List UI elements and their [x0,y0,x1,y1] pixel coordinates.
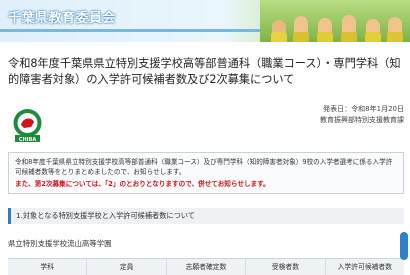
photo-shirt [271,32,287,42]
header-banner: 千葉県教育委員会 [0,0,410,42]
table-header-cell: 学科 [8,259,88,275]
photo-shirt [365,32,381,42]
chiba-emblem-icon: CHIBA [13,109,42,143]
table-header-cell: 志願者確定数 [167,259,247,275]
page-title: 令和8年度千葉県県立特別支援学校高等部普通科（職業コース）・専門学科（知的障害者… [8,57,401,86]
photo-shirt [317,32,333,42]
notice-body: 令和8年度千葉県県立特別支援学校高等部普通科（職業コース）及び専門学科（知的障害… [15,158,393,176]
table-header-cell: 定員 [87,259,167,275]
department-name: 教育振興部特別支援教育課 [320,116,404,124]
org-name-link[interactable]: 千葉県教育委員会 [8,7,116,26]
table-header-cell: 入学許可候補者数 [337,263,393,271]
section-heading: 1.対象となる特別支援学校と入学許可候補者数について [8,208,404,224]
photo-shirt [293,32,309,42]
publish-date: 発表日：令和8年1月20日 [323,105,404,113]
notice-box: 令和8年度千葉県県立特別支援学校高等部普通科（職業コース）及び専門学科（知的障害… [8,152,404,194]
table-header-row: 学科 定員 志願者確定数 受検者数 入学許可候補者数 [8,258,404,275]
photo-shirt [387,32,403,42]
photo-shirt [341,32,357,42]
notice-highlight: また、第2次募集については、「2」のとおりとなりますので、併せてお知らせします。 [15,180,270,188]
school-name: 県立特別支援学校流山高等学園 [8,239,112,248]
table-header-cell: 受検者数 [246,259,326,275]
publish-meta: 発表日：令和8年1月20日 教育振興部特別支援教育課 [320,104,404,126]
emblem-label: CHIBA [19,137,37,143]
scroll-to-top-button[interactable] [400,232,408,260]
header-photo [260,0,410,42]
